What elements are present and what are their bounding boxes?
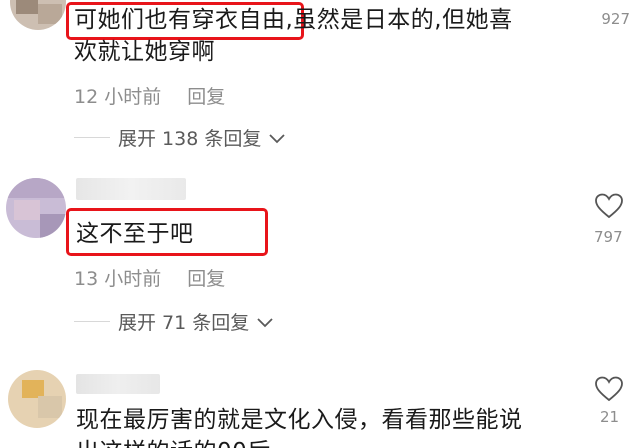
comment-text: 可她们也有穿衣自由,虽然是日本的,但她喜 欢就让她穿啊 — [74, 4, 554, 68]
comment-text-line1: 现在最厉害的就是文化入侵，看看那些能说 — [76, 407, 523, 433]
comment-text-line2: 出这样的话的00后 — [76, 439, 271, 448]
comment-text: 现在最厉害的就是文化入侵，看看那些能说 出这样的话的00后 — [76, 404, 576, 448]
comment-highlighted-text: 可她们也有穿衣自由 — [74, 7, 286, 33]
divider — [74, 321, 110, 322]
reply-button[interactable]: 回复 — [187, 264, 225, 291]
avatar[interactable] — [8, 370, 66, 428]
chevron-down-icon — [257, 311, 273, 333]
comment-meta: 12 小时前 回复 — [74, 82, 225, 109]
expand-replies-label: 展开 71 条回复 — [118, 312, 250, 334]
comment-meta: 13 小时前 回复 — [74, 264, 225, 291]
chevron-down-icon — [269, 127, 285, 149]
username-blurred[interactable] — [76, 178, 186, 200]
like-count: 21 — [600, 408, 620, 426]
expand-replies-button[interactable]: 展开 71 条回复 — [74, 308, 273, 335]
timestamp: 13 小时前 — [74, 268, 162, 290]
heart-icon[interactable] — [595, 376, 623, 402]
avatar[interactable] — [10, 0, 66, 30]
divider — [74, 137, 110, 138]
avatar[interactable] — [6, 178, 66, 238]
username-blurred[interactable] — [76, 374, 160, 394]
reply-button[interactable]: 回复 — [187, 82, 225, 109]
expand-replies-label: 展开 138 条回复 — [118, 128, 262, 150]
comment-text-line2: 欢就让她穿啊 — [74, 39, 215, 65]
comment-text-rest: ,虽然是日本的,但她喜 — [285, 7, 513, 33]
comment-highlighted-text: 这不至于吧 — [76, 221, 194, 247]
expand-replies-button[interactable]: 展开 138 条回复 — [74, 124, 285, 151]
timestamp: 12 小时前 — [74, 86, 162, 108]
like-count: 797 — [594, 228, 623, 246]
like-count: 927 — [601, 10, 630, 28]
comment-text: 这不至于吧 — [76, 218, 194, 250]
heart-icon[interactable] — [595, 193, 623, 219]
